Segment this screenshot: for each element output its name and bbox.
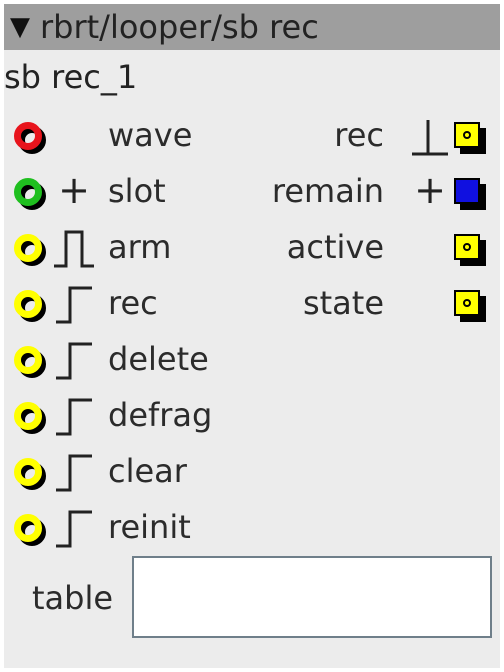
- outlet-state-yellow-icon[interactable]: [454, 290, 486, 322]
- inlet-label: wave: [108, 116, 193, 154]
- table-attribute-input[interactable]: [132, 556, 492, 638]
- falling-step-icon: [412, 120, 448, 156]
- inlet-label: clear: [108, 452, 187, 490]
- io-row-slot: + slot remain +: [4, 164, 500, 220]
- rising-edge-icon: [56, 286, 92, 324]
- io-row-wave: wave rec: [4, 108, 500, 164]
- rising-edge-icon: [56, 454, 92, 492]
- outlet-rec-yellow-icon[interactable]: [454, 122, 486, 154]
- instance-name[interactable]: sb rec_1: [4, 58, 137, 96]
- object-type-title: rbrt/looper/sb rec: [40, 8, 319, 46]
- rising-edge-icon: [56, 510, 92, 548]
- inlet-slot-green-icon[interactable]: [14, 178, 46, 210]
- inlet-label: delete: [108, 340, 209, 378]
- inlet-label: reinit: [108, 508, 191, 546]
- outlet-active-yellow-icon[interactable]: [454, 234, 486, 266]
- plus-icon: +: [58, 168, 90, 212]
- title-bar[interactable]: ▼ rbrt/looper/sb rec: [4, 4, 500, 50]
- inlet-clear-yellow-icon[interactable]: [14, 458, 46, 490]
- outlet-remain-blue-icon[interactable]: [454, 178, 486, 210]
- collapse-arrow-icon[interactable]: ▼: [10, 12, 40, 42]
- object-panel: ▼ rbrt/looper/sb rec sb rec_1 wave rec +…: [4, 4, 500, 668]
- io-row-reinit: reinit: [4, 500, 500, 556]
- outlet-label: rec: [334, 116, 384, 154]
- inlet-reinit-yellow-icon[interactable]: [14, 514, 46, 546]
- io-row-defrag: defrag: [4, 388, 500, 444]
- inlet-delete-yellow-icon[interactable]: [14, 346, 46, 378]
- io-row-delete: delete: [4, 332, 500, 388]
- inlet-label: defrag: [108, 396, 213, 434]
- io-row-rec: rec state: [4, 276, 500, 332]
- inlet-wave-red-icon[interactable]: [14, 122, 46, 154]
- inlet-rec-yellow-icon[interactable]: [14, 290, 46, 322]
- inlet-label: rec: [108, 284, 158, 322]
- outlet-label: state: [302, 284, 384, 322]
- rising-edge-icon: [56, 398, 92, 436]
- pulse-icon: [54, 230, 94, 268]
- inlet-defrag-yellow-icon[interactable]: [14, 402, 46, 434]
- inlet-label: slot: [108, 172, 166, 210]
- outlet-label: active: [286, 228, 384, 266]
- outlet-label: remain: [271, 172, 384, 210]
- table-attribute-label: table: [32, 579, 114, 617]
- io-row-arm: arm active: [4, 220, 500, 276]
- inlet-arm-yellow-icon[interactable]: [14, 234, 46, 266]
- inlet-label: arm: [108, 228, 172, 266]
- rising-edge-icon: [56, 342, 92, 380]
- plus-icon: +: [414, 168, 446, 212]
- io-row-clear: clear: [4, 444, 500, 500]
